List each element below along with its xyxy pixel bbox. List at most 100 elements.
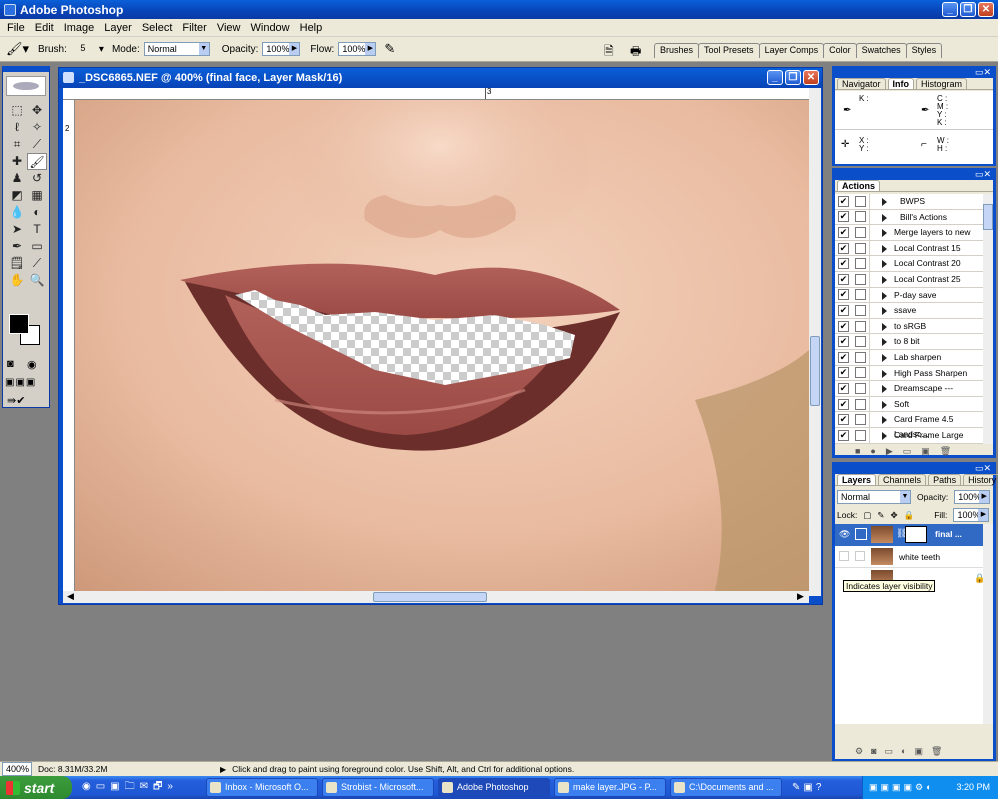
menu-window[interactable]: Window: [246, 22, 295, 34]
hand-tool-icon[interactable]: ✋: [7, 272, 27, 289]
actions-footer-buttons[interactable]: ■●▶▭▣🗑: [855, 446, 961, 457]
history-brush-tool-icon[interactable]: ↺: [27, 170, 47, 187]
blend-mode-select[interactable]: Normal ▼: [837, 490, 911, 504]
action-row[interactable]: ✔ BWPS: [835, 194, 983, 210]
panel-close-icon[interactable]: ▭✕: [975, 67, 991, 78]
dialog-toggle[interactable]: [855, 414, 866, 426]
action-checkbox[interactable]: ✔: [838, 289, 849, 301]
action-name[interactable]: to 8 bit: [869, 334, 983, 349]
action-checkbox[interactable]: ✔: [838, 367, 849, 379]
doc-close-button[interactable]: ✕: [803, 70, 819, 85]
horizontal-ruler[interactable]: 3: [63, 87, 809, 100]
layers-scrollbar[interactable]: [983, 524, 993, 724]
tray-icons[interactable]: ▣▣▣▣⚙◐: [869, 776, 935, 799]
tab-layers[interactable]: Layers: [837, 474, 877, 485]
action-row[interactable]: ✔ Local Contrast 20: [835, 256, 983, 272]
action-row[interactable]: ✔ to sRGB: [835, 318, 983, 335]
scroll-left-arrow-icon[interactable]: ◀: [67, 591, 74, 602]
image-canvas[interactable]: [75, 100, 809, 591]
action-row[interactable]: ✔ Card Frame 4.5 Landsc...: [835, 412, 983, 439]
status-arrow-icon[interactable]: ▶: [220, 765, 226, 774]
notes-tool-icon[interactable]: 🗒: [7, 255, 27, 272]
dialog-toggle[interactable]: [855, 336, 866, 348]
action-name[interactable]: Soft: [869, 396, 983, 412]
clock[interactable]: 3:20 PM: [956, 782, 990, 792]
quick-mask-mode-icon[interactable]: ◉: [27, 358, 37, 371]
actions-scrollbar[interactable]: [983, 194, 993, 444]
visibility-toggle[interactable]: [839, 551, 849, 561]
lasso-tool-icon[interactable]: ℓ: [7, 119, 27, 136]
menu-filter[interactable]: Filter: [177, 22, 211, 34]
tab-history[interactable]: History: [963, 474, 998, 485]
tray-extra-icons[interactable]: ✎▣?: [792, 782, 824, 793]
dialog-toggle[interactable]: [855, 211, 866, 223]
shape-tool-icon[interactable]: ▭: [27, 238, 47, 255]
action-checkbox[interactable]: ✔: [838, 351, 849, 363]
brush-tool-icon[interactable]: 🖌: [27, 153, 47, 170]
move-tool-icon[interactable]: ✥: [27, 102, 47, 119]
menu-view[interactable]: View: [212, 22, 246, 34]
action-name[interactable]: Card Frame 4.5 Landsc...: [869, 412, 983, 439]
vertical-ruler[interactable]: 2: [63, 100, 75, 596]
action-name[interactable]: to sRGB: [869, 318, 983, 334]
start-button[interactable]: start: [0, 776, 72, 799]
tab-channels[interactable]: Channels: [878, 474, 927, 485]
taskbar-button-photoshop[interactable]: Adobe Photoshop: [438, 778, 550, 797]
action-checkbox[interactable]: ✔: [838, 382, 849, 394]
minimize-button[interactable]: _: [942, 2, 958, 17]
action-row[interactable]: ✔ Local Contrast 25: [835, 271, 983, 288]
taskbar-button-strobist[interactable]: Strobist - Microsoft...: [322, 778, 434, 797]
dialog-toggle[interactable]: [855, 258, 866, 270]
action-row[interactable]: ✔ Lab sharpen: [835, 349, 983, 366]
vertical-scroll-thumb[interactable]: [810, 336, 820, 406]
dialog-toggle[interactable]: [855, 398, 866, 410]
path-selection-tool-icon[interactable]: ➤: [7, 221, 27, 238]
brush-tool-preset-icon[interactable]: 🖌▾: [6, 41, 34, 57]
vertical-scrollbar[interactable]: [809, 88, 821, 596]
lock-transparent-icon[interactable]: ▢: [863, 510, 871, 521]
eye-icon[interactable]: 👁: [839, 529, 850, 540]
blur-tool-icon[interactable]: 💧: [7, 204, 27, 221]
dialog-toggle[interactable]: [855, 382, 866, 394]
action-row[interactable]: ✔ Soft: [835, 396, 983, 413]
taskbar-button-make-layer[interactable]: make layer.JPG - P...: [554, 778, 666, 797]
action-checkbox[interactable]: ✔: [838, 195, 849, 207]
scroll-right-arrow-icon[interactable]: ▶: [797, 591, 804, 602]
horizontal-scrollbar[interactable]: ◀ ▶: [63, 591, 809, 603]
palette-well-icon[interactable]: 🖶: [630, 42, 641, 63]
action-row[interactable]: ✔ Merge layers to new: [835, 225, 983, 241]
dialog-toggle[interactable]: [855, 351, 866, 363]
dialog-toggle[interactable]: [855, 289, 866, 301]
actions-scroll-thumb[interactable]: [983, 204, 993, 230]
well-tab-swatches[interactable]: Swatches: [855, 43, 907, 58]
jump-to-imageready-icon[interactable]: ⇛✔: [7, 394, 25, 407]
well-tab-tool-presets[interactable]: Tool Presets: [698, 43, 760, 58]
action-checkbox[interactable]: ✔: [838, 414, 849, 426]
app-title-bar[interactable]: Adobe Photoshop _ ❐ ✕: [0, 0, 998, 19]
slice-tool-icon[interactable]: ⟋: [27, 136, 47, 153]
menu-edit[interactable]: Edit: [30, 22, 59, 34]
dialog-toggle[interactable]: [855, 320, 866, 332]
dialog-toggle[interactable]: [855, 195, 866, 207]
action-row[interactable]: ✔ Local Contrast 15: [835, 240, 983, 257]
adobe-online-icon[interactable]: [6, 76, 46, 96]
layer-row-selected[interactable]: 👁 ⛓ final ...: [835, 524, 983, 546]
action-checkbox[interactable]: ✔: [838, 226, 849, 238]
lock-position-icon[interactable]: ✥: [890, 510, 897, 521]
action-checkbox[interactable]: ✔: [838, 429, 849, 441]
action-name[interactable]: Merge layers to new: [869, 225, 983, 240]
crop-tool-icon[interactable]: ⌗: [7, 136, 27, 153]
action-row[interactable]: ✔ High Pass Sharpen: [835, 365, 983, 382]
lock-all-icon[interactable]: 🔒: [904, 510, 915, 521]
eyedropper-tool-icon[interactable]: ⟋: [27, 255, 47, 272]
action-name[interactable]: ssave: [869, 303, 983, 318]
tab-actions[interactable]: Actions: [837, 180, 881, 191]
doc-minimize-button[interactable]: _: [767, 70, 783, 85]
magic-wand-tool-icon[interactable]: ✧: [27, 119, 47, 136]
menu-layer[interactable]: Layer: [99, 22, 137, 34]
action-name[interactable]: Dreamscape ---: [869, 381, 983, 396]
well-tab-brushes[interactable]: Brushes: [654, 43, 700, 58]
panel-close-icon[interactable]: ▭✕: [975, 463, 991, 474]
chevron-right-icon[interactable]: ▶: [978, 509, 989, 521]
menu-select[interactable]: Select: [137, 22, 178, 34]
